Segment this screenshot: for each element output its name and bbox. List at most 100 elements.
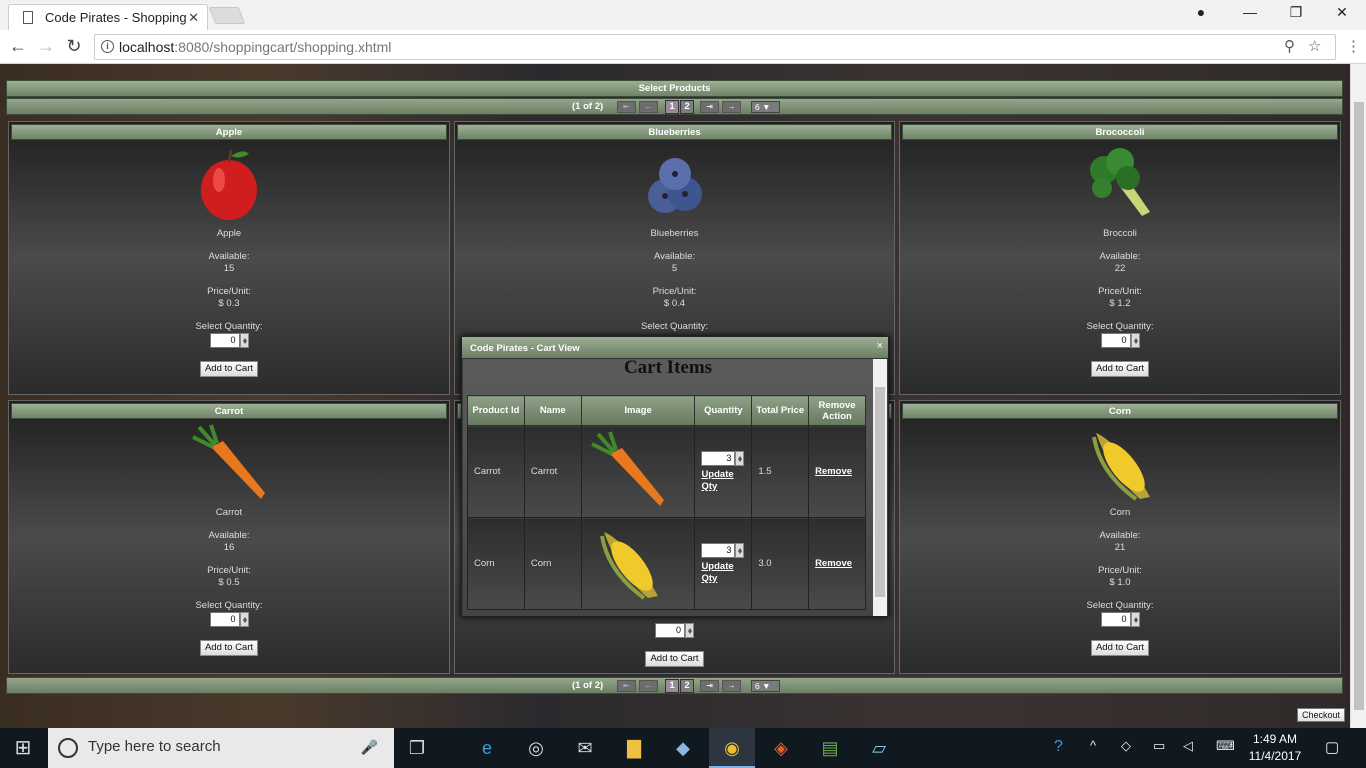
close-window-button[interactable]: ✕ (1330, 4, 1354, 24)
product-card-corn: Corn Corn Available: 21 Price/Unit: $ 1.… (899, 400, 1341, 674)
keyboard-icon[interactable]: ⌨ (1216, 738, 1235, 754)
minimize-button[interactable]: — (1238, 4, 1262, 24)
file-explorer-icon[interactable]: ▇ (611, 728, 657, 768)
cortana-icon (58, 738, 78, 758)
mail-icon[interactable]: ✉ (562, 728, 608, 768)
available-value: 21 (1114, 542, 1126, 553)
first-page-button[interactable]: ⇤ (617, 101, 636, 113)
quantity-input[interactable]: 0 (209, 333, 240, 348)
available-label: Available: (1099, 530, 1141, 541)
cart-quantity-input[interactable]: 3 (701, 542, 736, 558)
info-icon[interactable]: i (101, 40, 114, 53)
prev-page-button[interactable]: ← (639, 680, 658, 692)
microphone-icon[interactable]: 🎤 (361, 739, 378, 756)
available-value: 16 (223, 542, 235, 553)
cell-name: Corn (523, 517, 582, 610)
maximize-button[interactable]: ❐ (1284, 4, 1308, 24)
taskbar-search[interactable]: Type here to search 🎤 (48, 728, 394, 768)
zoom-icon[interactable]: ⚲ (1284, 37, 1295, 55)
product-card-apple: Apple Apple Available: 15 Price/Unit: $ … (8, 121, 450, 395)
edge-icon[interactable]: e (464, 728, 510, 768)
chrome-icon[interactable]: ◉ (709, 728, 755, 768)
available-label: Available: (653, 251, 696, 262)
rows-per-page-select[interactable]: 6 ▼ (751, 101, 780, 113)
add-to-cart-button[interactable]: Add to Cart (199, 640, 259, 656)
price-label: Price/Unit: (1098, 565, 1142, 576)
last-page-button[interactable]: → (722, 101, 741, 113)
help-icon[interactable]: ? (1054, 738, 1063, 756)
add-to-cart-button[interactable]: Add to Cart (645, 651, 704, 667)
page-1-button[interactable]: 1 (665, 679, 679, 693)
update-qty-link[interactable]: Update Qty (701, 469, 751, 493)
update-qty-link[interactable]: Update Qty (701, 561, 751, 585)
add-to-cart-button[interactable]: Add to Cart (1090, 640, 1150, 656)
price-label: Price/Unit: (207, 565, 251, 576)
quantity-label: Select Quantity: (195, 321, 263, 332)
quantity-spinner[interactable] (1130, 333, 1140, 348)
carrot-image (590, 431, 664, 506)
quantity-input[interactable]: 0 (209, 612, 240, 627)
back-icon[interactable]: ← (6, 35, 30, 59)
add-to-cart-button[interactable]: Add to Cart (199, 361, 259, 377)
remove-link[interactable]: Remove (815, 466, 852, 477)
first-page-button[interactable]: ⇤ (617, 680, 636, 692)
page-2-button[interactable]: 2 (680, 679, 694, 693)
broccoli-image (1090, 148, 1150, 216)
app-icon[interactable]: ◆ (660, 728, 706, 768)
editor-icon[interactable]: ▤ (807, 728, 853, 768)
battery-icon[interactable]: ▭ (1153, 738, 1165, 754)
show-hidden-icons-icon[interactable]: ^ (1090, 738, 1096, 753)
close-tab-icon[interactable]: ✕ (188, 10, 199, 26)
page-2-button[interactable]: 2 (680, 100, 694, 114)
quantity-input[interactable]: 0 (1100, 612, 1131, 627)
profile-icon[interactable]: ● (1189, 4, 1213, 24)
blueberries-image (647, 158, 702, 213)
volume-icon[interactable]: ◁ (1183, 738, 1193, 754)
column-header: Quantity (694, 395, 753, 426)
last-page-button[interactable]: → (722, 680, 741, 692)
quantity-spinner[interactable] (735, 450, 745, 466)
git-icon[interactable]: ◈ (758, 728, 804, 768)
available-value: 5 (671, 263, 678, 274)
forward-icon[interactable]: → (34, 35, 58, 59)
rows-per-page-select[interactable]: 6 ▼ (751, 680, 780, 692)
price-label: Price/Unit: (207, 286, 251, 297)
menu-icon[interactable]: ⋮ (1346, 37, 1361, 55)
checkout-button[interactable]: Checkout (1297, 708, 1346, 722)
quantity-spinner[interactable] (1130, 612, 1140, 627)
quantity-input[interactable]: 0 (1100, 333, 1131, 348)
quantity-spinner[interactable] (685, 623, 694, 638)
remove-link[interactable]: Remove (815, 558, 852, 569)
groove-icon[interactable]: ◎ (513, 728, 559, 768)
virtualbox-icon[interactable]: ▱ (856, 728, 902, 768)
bookmark-star-icon[interactable]: ☆ (1308, 37, 1321, 55)
quantity-spinner[interactable] (239, 333, 249, 348)
dropbox-icon[interactable]: ◇ (1121, 738, 1131, 754)
cell-image (580, 517, 696, 610)
column-header: Image (580, 395, 696, 426)
task-view-icon[interactable]: ❐ (394, 728, 440, 768)
next-page-button[interactable]: ⇥ (700, 101, 719, 113)
clock[interactable]: 1:49 AM 11/4/2017 (1242, 731, 1308, 765)
price-value: $ 1.0 (1109, 577, 1131, 588)
add-to-cart-button[interactable]: Add to Cart (1090, 361, 1150, 377)
cell-product-id: Corn (467, 517, 525, 610)
reload-icon[interactable]: ↻ (62, 35, 86, 59)
windows-start-icon[interactable]: ⊞ (0, 728, 46, 768)
cart-quantity-input[interactable]: 3 (701, 450, 736, 466)
address-bar[interactable]: i localhost:8080/shoppingcart/shopping.x… (94, 34, 1336, 60)
product-name: Carrot (215, 507, 243, 518)
column-header: Remove Action (808, 395, 866, 426)
browser-tab[interactable]: Code Pirates - Shopping ✕ (8, 4, 208, 30)
page-1-button[interactable]: 1 (665, 100, 679, 114)
action-center-icon[interactable]: ▢ (1325, 738, 1339, 756)
prev-page-button[interactable]: ← (639, 101, 658, 113)
quantity-spinner[interactable] (239, 612, 249, 627)
quantity-input[interactable]: 0 (655, 623, 685, 638)
page-scrollbar[interactable] (1350, 64, 1366, 728)
cart-dialog-scrollbar[interactable] (873, 359, 887, 616)
next-page-button[interactable]: ⇥ (700, 680, 719, 692)
close-icon[interactable]: × (877, 340, 883, 352)
new-tab-button[interactable] (208, 7, 246, 24)
quantity-spinner[interactable] (735, 542, 745, 558)
